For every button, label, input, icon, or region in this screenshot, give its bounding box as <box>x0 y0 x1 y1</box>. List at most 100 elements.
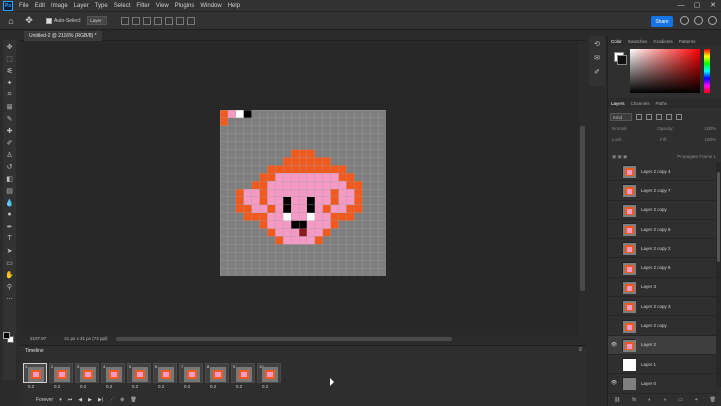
mask-icon[interactable]: ◐ <box>648 397 651 403</box>
history-icon[interactable]: ⟲ <box>592 40 602 50</box>
zoom-status[interactable]: 2107.97 <box>30 336 46 344</box>
saturation-field[interactable] <box>630 49 700 93</box>
eyedropper-icon[interactable]: ✎ <box>4 113 15 124</box>
marquee-icon[interactable]: ⬚ <box>4 53 15 64</box>
layer-name[interactable]: Layer 2 copy 2 <box>641 246 671 251</box>
trash-icon[interactable]: 🗑 <box>710 397 716 403</box>
prev-frame-icon[interactable]: ◀ <box>78 397 82 403</box>
duplicate-frame-icon[interactable]: ⊕ <box>120 397 124 403</box>
vertical-scroll-thumb[interactable] <box>580 126 585 291</box>
frame-box[interactable]: 4 <box>101 363 125 383</box>
align-top-icon[interactable] <box>154 16 163 25</box>
stamp-icon[interactable]: ♙ <box>4 149 15 160</box>
color-fg-swatch[interactable] <box>617 55 627 65</box>
menu-select[interactable]: Select <box>111 3 134 9</box>
layers-scrollbar[interactable] <box>716 162 721 387</box>
layer-row[interactable]: Layer 2 copy 7 <box>608 181 716 201</box>
first-frame-icon[interactable]: ⏮ <box>68 397 73 403</box>
loop-dropdown[interactable]: Forever <box>36 397 53 403</box>
home-icon[interactable]: ⌂ <box>4 14 18 28</box>
layer-row[interactable]: Layer 2 copy <box>608 201 716 220</box>
frame-delay[interactable]: 0.2 <box>158 384 164 389</box>
lasso-icon[interactable]: ᓬ <box>4 65 15 76</box>
blend-mode[interactable]: Normal <box>612 126 627 135</box>
menu-type[interactable]: Type <box>92 3 111 9</box>
layer-row[interactable]: Layer 3 <box>608 278 716 298</box>
layer-name[interactable]: Layer 2 copy 6 <box>641 265 671 270</box>
frame-delay[interactable]: 0.2 <box>262 384 268 389</box>
timeline-frame[interactable]: 1 0.2 <box>23 363 47 391</box>
menu-filter[interactable]: Filter <box>133 3 152 9</box>
layer-name[interactable]: Layer 1 <box>641 362 656 367</box>
menu-edit[interactable]: Edit <box>32 3 48 9</box>
layer-row[interactable]: Layer 2 copy 5 <box>608 220 716 240</box>
pen-icon[interactable]: ✒ <box>4 221 15 232</box>
layer-name[interactable]: Layer 2 copy <box>641 207 667 212</box>
kind-filter[interactable]: Kind <box>610 113 632 121</box>
timeline-frame[interactable]: 8 0.2 <box>205 363 229 391</box>
timeline-frame[interactable]: 100.2 <box>257 363 281 391</box>
filter-pixel-icon[interactable] <box>636 114 642 120</box>
folder-icon[interactable]: ▭ <box>678 397 683 403</box>
move-tool-icon[interactable]: ✥ <box>22 14 36 28</box>
eraser-icon[interactable]: ◧ <box>4 173 15 184</box>
timeline-title[interactable]: Timeline <box>25 348 44 354</box>
menu-help[interactable]: Help <box>225 3 243 9</box>
align-left-icon[interactable] <box>121 16 130 25</box>
menu-view[interactable]: View <box>153 3 172 9</box>
filter-smart-icon[interactable] <box>676 114 682 120</box>
move-icon[interactable]: ✥ <box>4 41 15 52</box>
share-button[interactable]: Share <box>651 16 673 27</box>
frame-box[interactable]: 2 <box>49 363 73 383</box>
panel-menu-icon[interactable]: ≡ <box>578 347 582 353</box>
next-frame-icon[interactable]: ▶| <box>98 397 103 403</box>
brush-icon[interactable]: ✐ <box>4 137 15 148</box>
tab-patterns[interactable]: Patterns <box>679 39 696 44</box>
frame-box[interactable]: 6 <box>153 363 177 383</box>
hue-slider[interactable] <box>704 49 710 93</box>
blur-icon[interactable]: 💧 <box>4 197 15 208</box>
timeline-frame[interactable]: 9 0.2 <box>231 363 255 391</box>
workspace-icon[interactable] <box>708 16 717 25</box>
timeline-frame[interactable]: 4 0.2 <box>101 363 125 391</box>
foreground-color-swatch[interactable] <box>3 332 10 339</box>
layers-scroll-thumb[interactable] <box>717 172 720 262</box>
history-brush-icon[interactable]: ↺ <box>4 161 15 172</box>
tween-icon[interactable]: ⋰ <box>109 397 114 403</box>
layer-row[interactable]: Layer 2 copy 4 <box>608 162 716 182</box>
adjustment-icon[interactable]: ◑ <box>663 397 666 403</box>
play-icon[interactable]: ▶ <box>88 397 92 403</box>
filter-type-icon[interactable] <box>656 114 662 120</box>
auto-select-checkbox[interactable] <box>46 17 52 24</box>
layer-name[interactable]: Layer 2 copy 3 <box>641 304 671 309</box>
frame-delay[interactable]: 0.2 <box>28 384 34 389</box>
maximize-button[interactable]: ▢ <box>689 0 705 11</box>
type-icon[interactable]: T <box>4 233 15 244</box>
distribute-icon[interactable] <box>187 16 196 25</box>
path-select-icon[interactable]: ➤ <box>4 245 15 256</box>
align-right-icon[interactable] <box>143 16 152 25</box>
minimize-button[interactable]: — <box>673 0 689 11</box>
frame-box[interactable]: 7 <box>179 363 203 383</box>
layer-name[interactable]: Layer 2 <box>641 342 656 347</box>
vertical-scrollbar[interactable] <box>579 41 586 335</box>
layer-name[interactable]: Layer 2 copy 7 <box>641 188 671 193</box>
menu-window[interactable]: Window <box>197 3 224 9</box>
layer-row[interactable]: Layer 2 copy <box>608 316 716 336</box>
more-tools-icon[interactable]: ⋯ <box>4 293 15 304</box>
close-button[interactable]: ✕ <box>705 0 721 11</box>
layer-name[interactable]: Layer 0 <box>641 381 656 386</box>
frame-box[interactable]: 5 <box>127 363 151 383</box>
layer-name[interactable]: Layer 2 copy <box>641 323 667 328</box>
gradient-icon[interactable]: ▤ <box>4 185 15 196</box>
dodge-icon[interactable]: ● <box>4 209 15 220</box>
brush-settings-icon[interactable]: ✐ <box>592 68 602 78</box>
tab-swatches[interactable]: Swatches <box>628 39 648 44</box>
auto-select-dropdown[interactable]: Layer <box>87 16 108 25</box>
new-layer-icon[interactable]: + <box>695 397 698 403</box>
visibility-eye-icon[interactable]: 👁 <box>610 380 618 386</box>
frame-delay[interactable]: 0.2 <box>184 384 190 389</box>
fill-value[interactable]: 100% <box>704 137 716 146</box>
tab-paths[interactable]: Paths <box>656 101 668 106</box>
align-bottom-icon[interactable] <box>176 16 185 25</box>
